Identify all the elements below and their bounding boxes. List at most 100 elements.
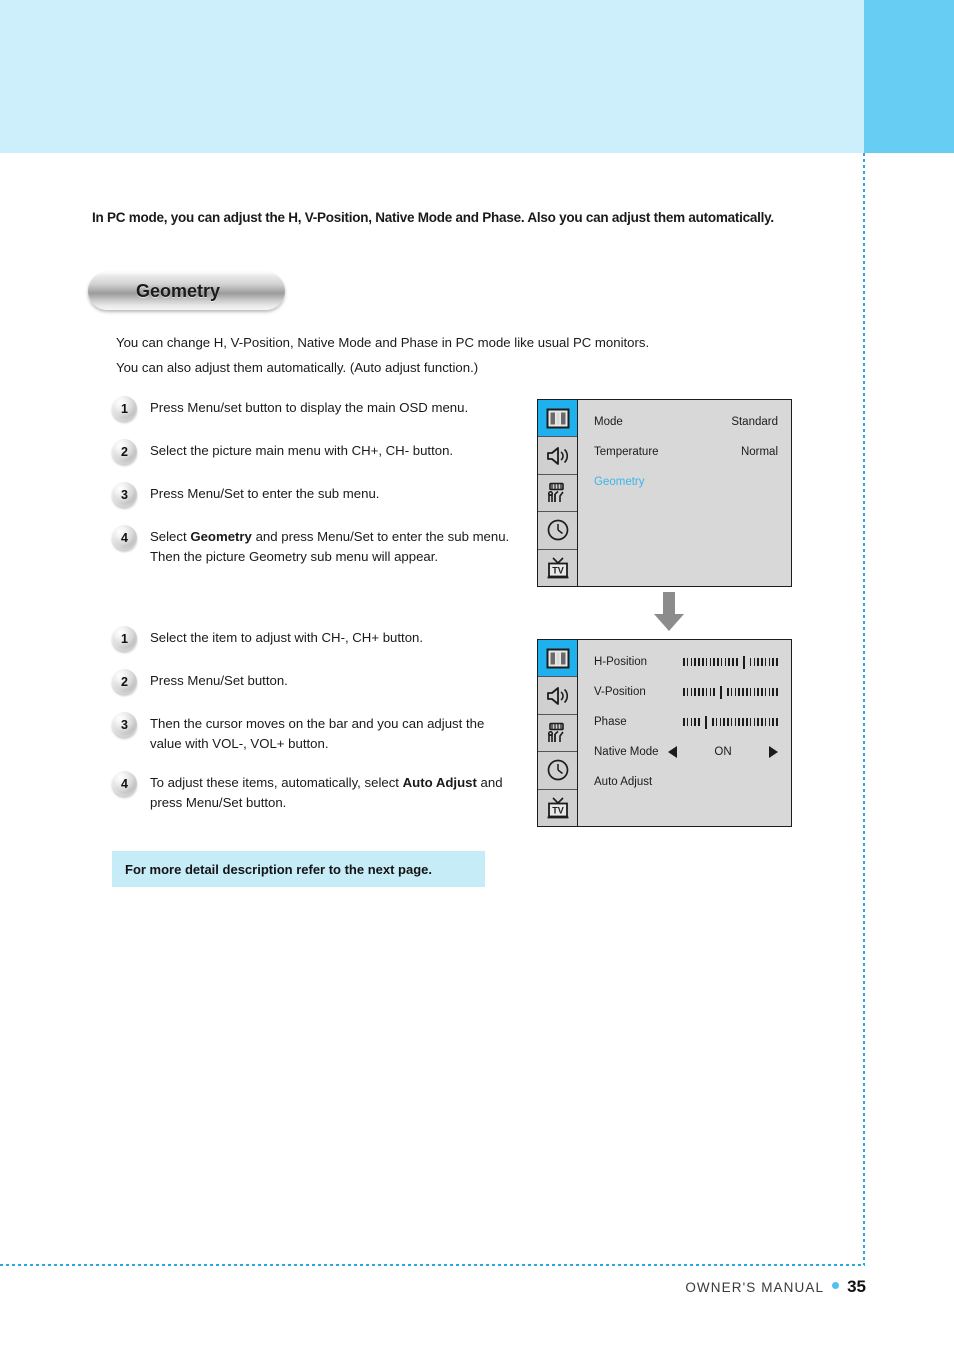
step-number-badge: 4 xyxy=(112,771,137,796)
osd-slider-tick xyxy=(761,688,763,696)
osd-slider-tick xyxy=(683,718,685,726)
osd-slider-tick xyxy=(683,658,685,666)
step-text: To adjust these items, automatically, se… xyxy=(150,775,503,810)
osd-slider-tick xyxy=(705,658,708,666)
osd-menu-item[interactable]: Mode Standard xyxy=(578,407,791,437)
main-menu-step: 3 Press Menu/Set to enter the sub menu. xyxy=(112,481,512,507)
osd-slider-tick xyxy=(686,688,689,696)
osd-slider-cursor xyxy=(742,655,745,669)
osd-item-label: Geometry xyxy=(594,476,645,488)
osd-toggle-control[interactable]: ON xyxy=(668,746,778,758)
page-number: 35 xyxy=(847,1277,866,1296)
osd-slider-tick xyxy=(694,718,696,726)
step-text: Select the item to adjust with CH-, CH+ … xyxy=(150,630,424,645)
osd-menu-item[interactable]: V-Position xyxy=(578,677,791,707)
picture-icon[interactable] xyxy=(538,400,577,438)
osd-slider[interactable] xyxy=(683,715,780,729)
osd-slider-cursor xyxy=(704,715,707,729)
svg-text:TV: TV xyxy=(552,805,564,815)
osd-slider-tick xyxy=(776,658,778,666)
osd-menu-item[interactable]: Auto Adjust xyxy=(578,767,791,797)
header-band-light xyxy=(0,0,864,153)
osd-slider-tick xyxy=(701,688,704,696)
osd-slider-tick xyxy=(701,658,704,666)
arrow-right-icon[interactable] xyxy=(769,746,778,758)
osd-slider-tick xyxy=(753,688,756,696)
osd-slider-tick xyxy=(757,718,759,726)
osd-slider-tick xyxy=(730,688,733,696)
osd-slider-tick xyxy=(732,658,734,666)
osd-menu-item[interactable]: H-Position xyxy=(578,647,791,677)
osd-slider-tick xyxy=(734,688,737,696)
osd-slider-tick xyxy=(717,658,719,666)
osd-slider-tick xyxy=(713,658,715,666)
osd-slider-tick xyxy=(757,658,759,666)
osd-slider-tick xyxy=(753,658,756,666)
clock-timer-icon[interactable] xyxy=(538,512,577,550)
arrow-left-icon[interactable] xyxy=(668,746,677,758)
lead-line-1: You can change H, V-Position, Native Mod… xyxy=(116,335,650,350)
lead-paragraph: You can change H, V-Position, Native Mod… xyxy=(116,330,736,380)
osd-slider-tick xyxy=(686,658,689,666)
osd-slider[interactable] xyxy=(683,655,780,669)
osd-menu-item[interactable]: Geometry xyxy=(578,467,791,497)
osd-slider-tick xyxy=(690,718,693,726)
osd-slider-tick xyxy=(757,688,759,696)
osd-slider-tick xyxy=(776,718,778,726)
osd-slider-tick xyxy=(719,718,722,726)
osd-menu-item[interactable]: Temperature Normal xyxy=(578,437,791,467)
section-title-pill: Geometry xyxy=(88,272,285,310)
osd-main-menu-panel: TV Mode Standard Temperature Normal Geometry xyxy=(537,399,792,587)
osd-item-value: ON xyxy=(714,746,732,758)
tv-channel-icon[interactable]: TV xyxy=(538,549,577,587)
page-frame-dotted-vertical xyxy=(863,153,865,1265)
osd-slider-tick xyxy=(709,688,712,696)
osd-slider-tick xyxy=(734,718,737,726)
step-number-badge: 4 xyxy=(112,525,137,550)
main-menu-step: 4 Select Geometry and press Menu/Set to e… xyxy=(112,524,512,566)
osd-geometry-submenu-panel: TV H-Position V-Position Phase Native Mode O… xyxy=(537,639,792,827)
step-number-badge: 1 xyxy=(112,396,137,421)
osd-slider-tick xyxy=(713,688,715,696)
osd-slider-tick xyxy=(723,718,725,726)
picture-icon[interactable] xyxy=(538,640,577,678)
osd-slider-tick xyxy=(772,718,775,726)
osd-main-rows: Mode Standard Temperature Normal Geometry xyxy=(578,400,791,586)
osd-slider[interactable] xyxy=(683,685,780,699)
sound-speaker-icon[interactable] xyxy=(538,677,577,715)
osd-slider-cursor xyxy=(720,685,723,699)
osd-slider-tick xyxy=(683,688,685,696)
flow-down-arrow-icon xyxy=(650,592,688,632)
osd-item-label: V-Position xyxy=(594,686,646,698)
step-list-main-menu: 1 Press Menu/set button to display the ma… xyxy=(112,395,512,583)
step-number-badge: 1 xyxy=(112,626,137,651)
osd-slider-tick xyxy=(764,718,767,726)
osd-menu-item[interactable]: Native Mode ON xyxy=(578,737,791,767)
osd-slider-tick xyxy=(772,688,775,696)
osd-slider-tick xyxy=(709,658,712,666)
page-title: Geometry xyxy=(136,280,221,301)
osd-slider-tick xyxy=(776,688,778,696)
sound-speaker-icon[interactable] xyxy=(538,437,577,475)
osd-icon-column-sub: TV xyxy=(538,640,578,827)
setup-tools-icon[interactable] xyxy=(538,474,577,513)
osd-slider-tick xyxy=(772,658,775,666)
osd-slider-tick xyxy=(738,688,740,696)
osd-slider-tick xyxy=(715,718,718,726)
footer-label: OWNER'S MANUAL xyxy=(685,1280,825,1295)
osd-slider-tick xyxy=(690,688,693,696)
setup-tools-icon[interactable] xyxy=(538,714,577,753)
osd-menu-item[interactable]: Phase xyxy=(578,707,791,737)
osd-item-label: Auto Adjust xyxy=(594,776,653,788)
osd-slider-tick xyxy=(764,688,767,696)
osd-item-label: Native Mode xyxy=(594,746,659,758)
osd-item-label: Phase xyxy=(594,716,627,728)
osd-slider-tick xyxy=(730,718,733,726)
osd-slider-tick xyxy=(745,718,748,726)
clock-timer-icon[interactable] xyxy=(538,752,577,790)
osd-slider-tick xyxy=(727,688,729,696)
tv-channel-icon[interactable]: TV xyxy=(538,789,577,827)
osd-slider-tick xyxy=(761,658,763,666)
step-text: Select Geometry and press Menu/Set to en… xyxy=(150,529,510,564)
osd-slider-tick xyxy=(720,658,723,666)
